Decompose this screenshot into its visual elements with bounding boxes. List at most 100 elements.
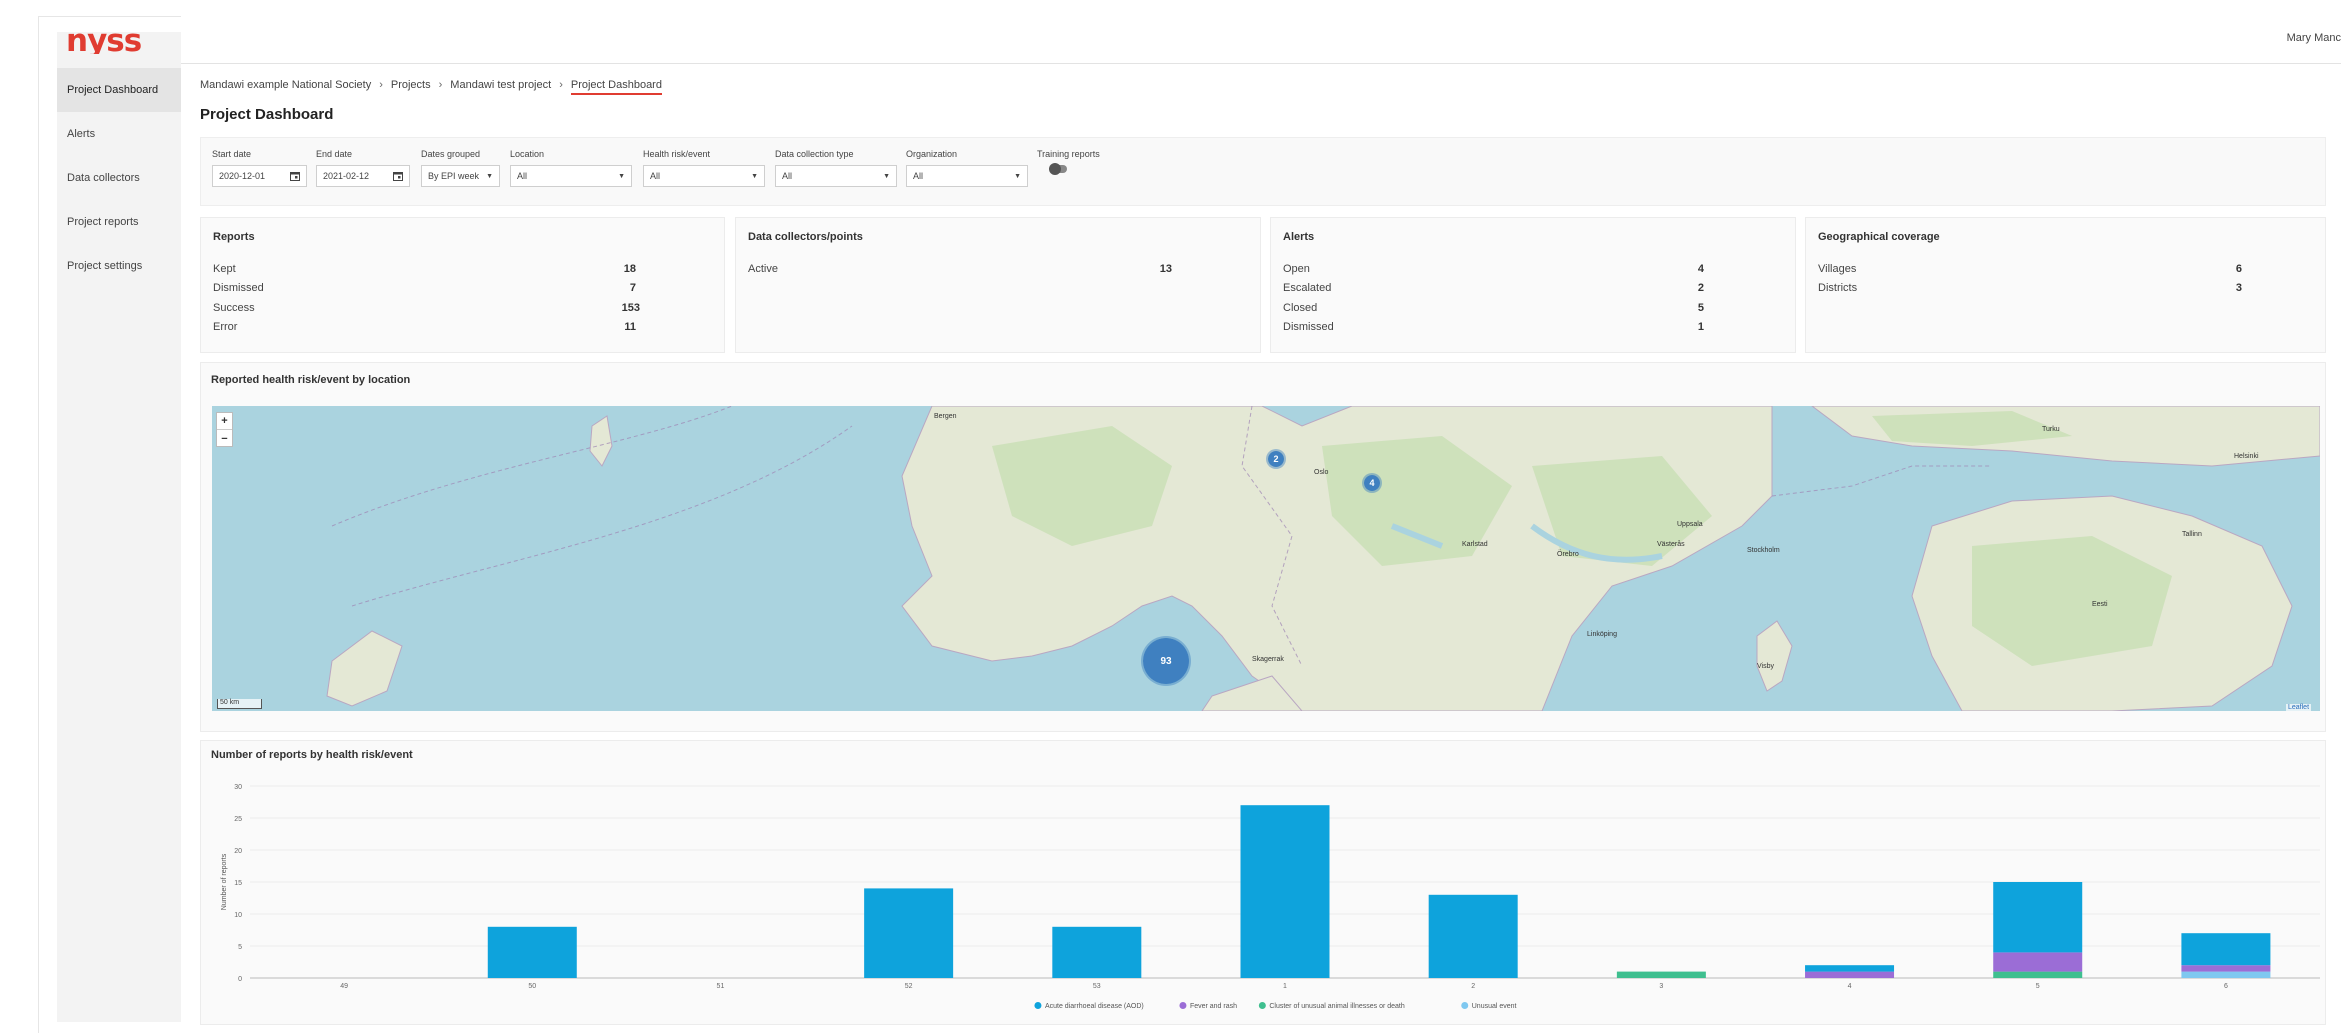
y-tick-label: 20 <box>234 848 242 855</box>
data-collection-type-filter: Data collection type All ▼ <box>775 149 897 187</box>
user-menu[interactable]: Mary Manc <box>2287 32 2341 44</box>
location-label: Location <box>510 149 545 159</box>
geo-coverage-card: Geographical coverage Villages 6 Distric… <box>1805 217 2326 353</box>
data-collectors-card: Data collectors/points Active 13 <box>735 217 1261 353</box>
map-label-skagerrak: Skagerrak <box>1252 656 1284 663</box>
alerts-open-value: 4 <box>1697 263 1704 275</box>
data-collectors-active-value: 13 <box>1159 263 1172 275</box>
breadcrumb-national-society[interactable]: Mandawi example National Society <box>200 79 371 95</box>
x-tick-label: 3 <box>1659 983 1663 990</box>
map-zoom-control: + − <box>216 412 233 447</box>
chevron-down-icon: ▼ <box>883 172 890 180</box>
organization-select[interactable]: All ▼ <box>906 165 1028 187</box>
map-tiles: Bergen Oslo Stockholm Tallinn Helsinki S… <box>326 406 2320 711</box>
reports-kept-value: 18 <box>623 263 636 275</box>
geo-districts-value: 3 <box>2235 282 2242 294</box>
x-tick-label: 50 <box>528 983 536 990</box>
map-label-karlstad: Karlstad <box>1462 541 1488 548</box>
reports-kept-label: Kept <box>213 263 236 275</box>
geo-villages-label: Villages <box>1818 263 1857 275</box>
location-map[interactable]: Bergen Oslo Stockholm Tallinn Helsinki S… <box>212 406 2320 711</box>
bar-segment <box>2181 971 2271 978</box>
sidebar-item-project-dashboard[interactable]: Project Dashboard <box>57 68 181 112</box>
start-date-value: 2020-12-01 <box>219 171 266 181</box>
bar-segment <box>1616 971 1706 978</box>
alerts-closed-value: 5 <box>1697 302 1704 314</box>
map-cluster-marker[interactable]: 4 <box>1362 473 1382 493</box>
map-label-turku: Turku <box>2042 426 2060 433</box>
map-label-vasteras: Västerås <box>1657 540 1685 548</box>
end-date-input[interactable]: 2021-02-12 <box>316 165 410 187</box>
x-tick-label: 53 <box>1093 983 1101 990</box>
y-tick-label: 30 <box>234 784 242 791</box>
bar-segment <box>2181 933 2271 966</box>
bar-segment <box>1993 971 2083 978</box>
y-tick-label: 5 <box>238 944 242 951</box>
start-date-input[interactable]: 2020-12-01 <box>212 165 307 187</box>
reports-success-value: 153 <box>621 302 640 314</box>
y-tick-label: 10 <box>234 912 242 919</box>
dates-grouped-label: Dates grouped <box>421 149 481 159</box>
sidebar-item-data-collectors[interactable]: Data collectors <box>57 156 181 200</box>
training-reports-label: Training reports <box>1037 149 1100 159</box>
calendar-icon[interactable] <box>290 171 300 181</box>
map-attribution-link[interactable]: Leaflet <box>2286 704 2312 711</box>
map-cluster-marker[interactable]: 2 <box>1266 449 1286 469</box>
sidebar-item-project-settings[interactable]: Project settings <box>57 244 181 288</box>
x-tick-label: 52 <box>905 983 913 990</box>
map-cluster-marker[interactable]: 93 <box>1141 636 1191 686</box>
geo-coverage-card-title: Geographical coverage <box>1818 231 1940 243</box>
reports-card-title: Reports <box>213 231 255 243</box>
map-label-eesti: Eesti <box>2092 601 2108 608</box>
bar-segment <box>1240 805 1330 978</box>
map-scale-bar: 50 km <box>217 699 262 709</box>
chevron-down-icon: ▼ <box>486 172 493 180</box>
sidebar-item-project-reports[interactable]: Project reports <box>57 200 181 244</box>
reports-dismissed-value: 7 <box>629 282 636 294</box>
nyss-logo[interactable]: nyss <box>66 26 141 54</box>
dates-grouped-select[interactable]: By EPI week ▼ <box>421 165 500 187</box>
reports-bar-chart: 051015202530Number of reports49 50 51 52 53 1… <box>221 784 2320 1010</box>
bar-segment <box>2181 965 2271 972</box>
health-risk-filter: Health risk/event All ▼ <box>643 149 765 187</box>
breadcrumb-project[interactable]: Mandawi test project <box>450 79 551 95</box>
breadcrumb-projects[interactable]: Projects <box>391 79 431 95</box>
zoom-out-button[interactable]: − <box>217 430 232 447</box>
chevron-down-icon: ▼ <box>1014 172 1021 180</box>
y-axis-label: Number of reports <box>221 853 228 910</box>
bar-segment <box>487 926 577 978</box>
map-label-oslo: Oslo <box>1314 469 1329 476</box>
legend-swatch <box>1179 1002 1187 1009</box>
health-risk-label: Health risk/event <box>643 149 711 159</box>
health-risk-select[interactable]: All ▼ <box>643 165 765 187</box>
x-tick-label: 6 <box>2224 983 2228 990</box>
dates-grouped-value: By EPI week <box>428 171 480 181</box>
data-collectors-card-title: Data collectors/points <box>748 231 863 243</box>
end-date-filter: End date 2021-02-12 <box>316 149 410 187</box>
legend-item: Unusual event <box>1472 1003 1517 1010</box>
calendar-icon[interactable] <box>393 171 403 181</box>
alerts-dismissed-value: 1 <box>1697 321 1704 333</box>
x-tick-label: 5 <box>2036 983 2040 990</box>
training-reports-toggle[interactable] <box>1049 163 1067 175</box>
x-tick-label: 1 <box>1283 983 1287 990</box>
bar-segment <box>1805 965 1895 972</box>
legend-item: Acute diarrhoeal disease (AOD) <box>1045 1003 1144 1010</box>
legend-swatch <box>1258 1002 1266 1009</box>
alerts-escalated-label: Escalated <box>1283 282 1332 294</box>
organization-value: All <box>913 171 924 181</box>
map-label-stockholm: Stockholm <box>1747 547 1780 554</box>
location-select[interactable]: All ▼ <box>510 165 632 187</box>
start-date-label: Start date <box>212 149 252 159</box>
zoom-in-button[interactable]: + <box>217 413 232 430</box>
breadcrumb-separator: › <box>379 79 383 91</box>
sidebar-item-alerts[interactable]: Alerts <box>57 112 181 156</box>
location-value: All <box>517 171 528 181</box>
breadcrumb-separator: › <box>559 79 563 91</box>
data-collection-type-select[interactable]: All ▼ <box>775 165 897 187</box>
breadcrumb-separator: › <box>438 79 443 91</box>
map-label-bergen: Bergen <box>934 413 957 420</box>
map-label-helsinki: Helsinki <box>2234 453 2259 460</box>
bar-segment <box>864 888 954 978</box>
geo-districts-label: Districts <box>1818 282 1858 294</box>
